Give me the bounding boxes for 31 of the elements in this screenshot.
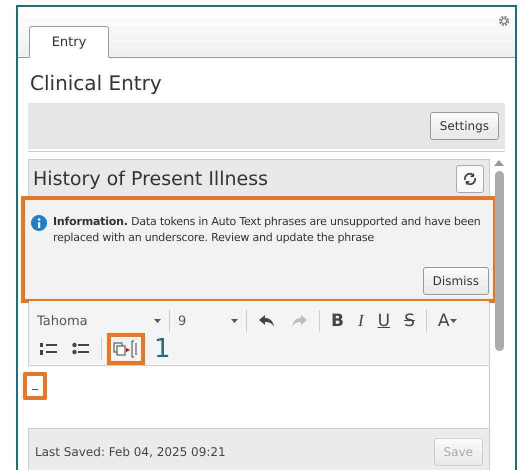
bold-button[interactable]: B [328,308,347,334]
italic-button[interactable]: I [354,308,367,334]
font-dropdown[interactable]: Tahoma [37,314,161,328]
entry-tab[interactable]: Entry [29,26,109,58]
strike-button[interactable]: S [401,308,418,334]
dismiss-button[interactable]: Dismiss [422,267,489,295]
caret-icon [154,319,161,323]
underscore-token: _ [23,372,47,400]
insert-token-icon [113,340,139,358]
scrollbar-thumb[interactable] [494,171,504,351]
page-title: Clinical Entry [29,70,163,97]
undo-icon [258,314,276,328]
last-saved-text: Last Saved: Feb 04, 2025 09:21 [35,444,226,458]
size-dropdown[interactable]: 9 [178,314,238,328]
caret-icon [231,319,238,323]
refresh-button[interactable] [456,165,484,193]
caret-icon [450,319,457,323]
bulleted-list-icon [72,341,90,357]
underline-button[interactable]: U [374,308,394,334]
scroll-up-icon[interactable] [494,159,504,167]
callout-number: 1 [154,336,171,362]
token-button[interactable] [110,336,142,362]
info-icon [31,215,47,231]
numbered-list-icon [40,341,58,357]
info-message: Information. Data tokens in Auto Text phrases are unsupported and have been replaced with an underscore. Review and update the phrase [53,214,482,246]
redo-icon [290,314,308,328]
settings-button[interactable]: Settings [430,112,499,140]
section-title: History of Present Illness [33,168,268,190]
color-button[interactable]: A [434,308,460,334]
settings-icon[interactable] [497,14,511,28]
refresh-icon [463,172,477,186]
